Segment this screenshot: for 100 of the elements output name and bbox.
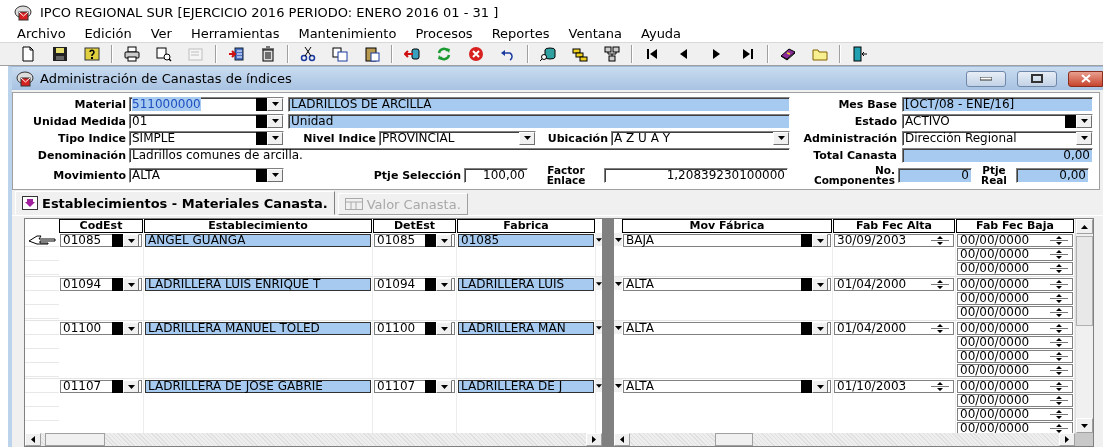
status-dropdown[interactable]: ACTIVO	[902, 113, 1093, 129]
administration-dropdown[interactable]: Dirección Regional	[902, 130, 1093, 146]
date-field[interactable]: 00/00/0000	[957, 394, 1073, 407]
index-level-dropdown[interactable]: PROVINCIAL	[379, 130, 536, 146]
dropdown-button[interactable]	[596, 379, 602, 392]
column-header[interactable]: CodEst	[59, 219, 143, 233]
code-dropdown[interactable]: 01107	[60, 380, 142, 393]
horizontal-scrollbar[interactable]	[614, 433, 1075, 446]
code-dropdown[interactable]: 01100	[60, 322, 142, 335]
date-field[interactable]: 00/00/0000	[957, 248, 1073, 261]
spinner-icon[interactable]	[1048, 249, 1070, 260]
save-icon[interactable]	[52, 46, 68, 62]
close-button[interactable]	[1068, 70, 1103, 87]
date-field[interactable]: 00/00/0000	[957, 306, 1073, 319]
code-dropdown[interactable]: 01107	[374, 380, 455, 393]
basket-total-field[interactable]: 0,00	[902, 147, 1093, 163]
unit-name-field[interactable]: Unidad	[288, 113, 790, 129]
help-icon[interactable]	[84, 46, 100, 62]
date-field[interactable]: 01/10/2003	[834, 380, 954, 393]
code-dropdown[interactable]: 01094	[374, 278, 455, 291]
first-record-icon[interactable]	[644, 46, 660, 62]
spinner-icon[interactable]	[1048, 381, 1070, 392]
date-field[interactable]: 01/04/2000	[834, 278, 954, 291]
code-dropdown[interactable]: 01085	[60, 234, 142, 247]
folder-icon[interactable]	[812, 46, 828, 62]
unit-dropdown[interactable]: 01	[129, 113, 284, 129]
movement-dropdown[interactable]: ALTA	[623, 278, 831, 291]
insert-record-icon[interactable]	[228, 46, 244, 62]
menu-item[interactable]: Mantenimiento	[289, 26, 407, 41]
cancel-icon[interactable]	[468, 46, 484, 62]
menu-item[interactable]: Ventana	[559, 26, 632, 41]
dropdown-button[interactable]	[614, 321, 622, 334]
dropdown-button[interactable]	[614, 277, 622, 290]
date-field[interactable]: 00/00/0000	[957, 364, 1073, 377]
base-month-field[interactable]: [OCT/08 - ENE/16]	[902, 96, 1093, 112]
menu-item[interactable]: Edición	[75, 26, 142, 41]
spinner-icon[interactable]	[1048, 423, 1070, 433]
code-dropdown[interactable]: 01094	[60, 278, 142, 291]
spinner-icon[interactable]	[1048, 395, 1070, 406]
date-field[interactable]: 30/09/2003	[834, 234, 954, 247]
denomination-field[interactable]: Ladrillos comunes de arcilla.	[129, 147, 790, 163]
spinner-icon[interactable]	[1048, 337, 1070, 348]
paste-icon[interactable]	[364, 46, 380, 62]
column-header[interactable]: Establecimiento	[144, 219, 372, 233]
spinner-icon[interactable]	[1048, 365, 1070, 376]
network-icon[interactable]	[604, 46, 620, 62]
menu-item[interactable]: Procesos	[406, 26, 483, 41]
maximize-button[interactable]	[1017, 70, 1057, 87]
index-type-dropdown[interactable]: SIMPLE	[129, 130, 284, 146]
component-count-field[interactable]: 0	[898, 167, 972, 183]
column-header[interactable]: Fabrica	[457, 219, 595, 233]
print-icon[interactable]	[124, 46, 140, 62]
horizontal-scrollbar[interactable]	[25, 433, 602, 446]
column-header[interactable]: DetEst	[373, 219, 456, 233]
dropdown-button[interactable]	[614, 233, 622, 246]
import-icon[interactable]	[404, 46, 420, 62]
date-field[interactable]: 01/04/2000	[834, 322, 954, 335]
date-field[interactable]: 00/00/0000	[957, 322, 1073, 335]
spinner-icon[interactable]	[929, 235, 951, 246]
menu-item[interactable]: Archivo	[8, 26, 76, 41]
spinner-icon[interactable]	[1048, 235, 1070, 246]
selection-score-field[interactable]: 100,00	[464, 167, 528, 183]
spinner-icon[interactable]	[1048, 279, 1070, 290]
material-name-field[interactable]: LADRILLOS DE ARCILLA	[288, 96, 790, 112]
spinner-icon[interactable]	[1048, 293, 1070, 304]
link-factor-field[interactable]: 1,20839230100000	[604, 167, 788, 183]
movement-dropdown[interactable]: ALTA	[623, 380, 831, 393]
exit-door-icon[interactable]	[852, 46, 868, 62]
spinner-icon[interactable]	[929, 279, 951, 290]
date-field[interactable]: 00/00/0000	[957, 380, 1073, 393]
stacked-blocks-icon[interactable]	[572, 46, 588, 62]
menu-item[interactable]: Ayuda	[631, 26, 692, 41]
copy-icon[interactable]	[332, 46, 348, 62]
database-search-icon[interactable]	[540, 46, 556, 62]
material-dropdown[interactable]: 511000000	[129, 96, 284, 112]
spinner-icon[interactable]	[929, 323, 951, 334]
trash-icon[interactable]	[260, 46, 276, 62]
date-field[interactable]: 00/00/0000	[957, 336, 1073, 349]
movement-dropdown[interactable]: BAJA	[623, 234, 831, 247]
code-dropdown[interactable]: 01085	[374, 234, 455, 247]
date-field[interactable]: 00/00/0000	[957, 278, 1073, 291]
date-field[interactable]: 00/00/0000	[957, 350, 1073, 363]
tab[interactable]: Establecimientos - Materiales Canasta.	[15, 191, 335, 215]
movement-dropdown[interactable]: ALTA	[129, 167, 284, 183]
dropdown-button[interactable]	[596, 321, 602, 334]
dropdown-button[interactable]	[614, 379, 622, 392]
real-score-field[interactable]: 0,00	[1016, 167, 1089, 183]
spinner-icon[interactable]	[1048, 323, 1070, 334]
spinner-icon[interactable]	[1048, 263, 1070, 274]
scissors-icon[interactable]	[300, 46, 316, 62]
date-field[interactable]: 00/00/0000	[957, 234, 1073, 247]
movement-dropdown[interactable]: ALTA	[623, 322, 831, 335]
vertical-scrollbar[interactable]	[1075, 219, 1093, 433]
column-header[interactable]: Fab Fec Alta	[833, 219, 955, 233]
spinner-icon[interactable]	[1048, 409, 1070, 420]
date-field[interactable]: 00/00/0000	[957, 292, 1073, 305]
column-header[interactable]: Mov Fábrica	[622, 219, 832, 233]
code-dropdown[interactable]: 01100	[374, 322, 455, 335]
refresh-icon[interactable]	[436, 46, 452, 62]
spinner-icon[interactable]	[929, 381, 951, 392]
